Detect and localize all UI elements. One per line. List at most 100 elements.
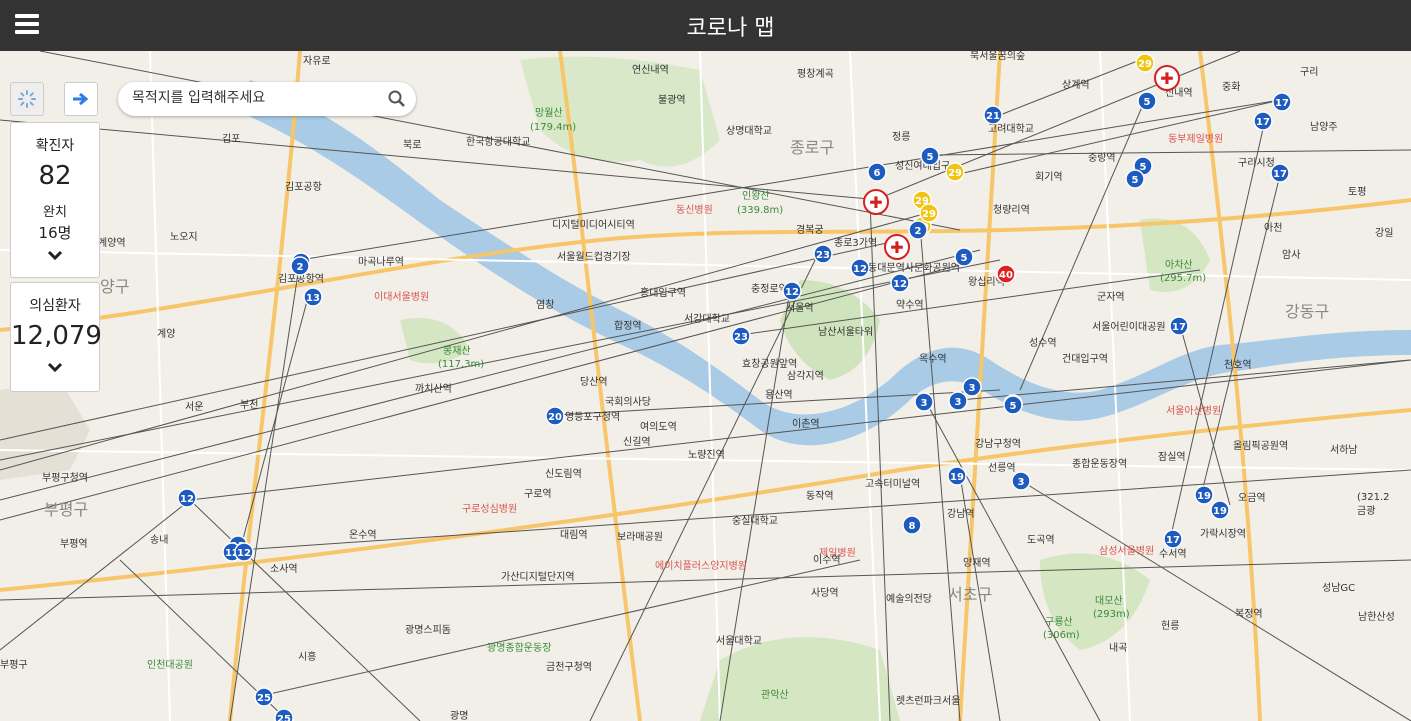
suspected-panel[interactable]: 의심환자 12,079 (10, 282, 102, 392)
label-dangsan: 당산역 (580, 376, 608, 388)
label-achasan-h: (295.7m) (1160, 273, 1206, 284)
patient-marker[interactable]: 29 (919, 203, 939, 223)
label-samsung-hosp: 삼성서울병원 (1099, 545, 1154, 557)
arrow-right-icon[interactable] (64, 82, 98, 116)
label-geumgwang-h: (321.2 (1357, 492, 1390, 503)
label-toepyeong: 토평 (1348, 186, 1366, 198)
label-sosa: 소사역 (270, 563, 298, 575)
patient-marker[interactable]: 23 (731, 326, 751, 346)
label-sogang: 서강대학교 (684, 313, 730, 325)
patient-marker[interactable]: 25 (254, 687, 274, 707)
label-gyeongbok: 경복궁 (796, 223, 824, 236)
label-sindorim: 신도림역 (545, 468, 582, 480)
patient-marker[interactable]: 5 (920, 146, 940, 166)
patient-marker[interactable]: 12 (890, 273, 910, 293)
hospital-icon[interactable]: ✚ (1154, 65, 1180, 91)
label-dmc: 디지털미디어시티역 (552, 219, 635, 231)
label-inwangsan-h: (339.8m) (737, 205, 783, 216)
hospital-icon[interactable]: ✚ (884, 234, 910, 260)
label-bongjaesan: 봉재산 (443, 345, 471, 357)
marker-label: 25 (257, 693, 271, 704)
label-garak: 가락시장역 (1200, 528, 1246, 540)
label-dongjak: 동작역 (806, 490, 834, 502)
marker-label: 12 (893, 279, 907, 290)
label-seolleung: 선릉역 (988, 462, 1016, 474)
patient-marker[interactable]: 21 (983, 105, 1003, 125)
label-guryongsan: 구룡산 (1045, 616, 1073, 628)
label-wc-stadium: 서울월드컵경기장 (557, 250, 631, 263)
label-sungsil: 숭실대학교 (732, 515, 778, 527)
svg-text:✚: ✚ (890, 238, 903, 257)
patient-marker[interactable]: 40 (996, 264, 1016, 284)
label-rodeo: 렛츠런파크서울 (896, 695, 960, 707)
patient-marker[interactable]: 12 (177, 488, 197, 508)
marker-label: 8 (909, 521, 916, 532)
patient-marker[interactable]: 6 (867, 162, 887, 182)
patient-marker[interactable]: 12 (782, 281, 802, 301)
patient-marker[interactable]: 19 (1210, 500, 1230, 520)
confirmed-panel[interactable]: 확진자 82 완치 16명 (10, 122, 100, 278)
patient-marker[interactable]: 17 (1253, 111, 1273, 131)
label-bokjeong: 복정역 (1235, 608, 1263, 620)
patient-marker[interactable]: 3 (962, 377, 982, 397)
patient-marker[interactable]: 20 (545, 406, 565, 426)
marker-label: 12 (180, 494, 194, 505)
hospital-icon[interactable]: ✚ (863, 189, 889, 215)
label-seoul-st: 서울역 (786, 302, 814, 314)
label-geumcheon: 금천구청역 (546, 661, 592, 673)
patient-marker[interactable]: 17 (1272, 92, 1292, 112)
label-seoul-univ: 서울대학교 (716, 635, 762, 647)
label-asan-hosp: 서울아산병원 (1166, 405, 1221, 417)
chevron-down-icon[interactable] (11, 357, 99, 376)
patient-marker[interactable]: 17 (1270, 163, 1290, 183)
chevron-down-icon[interactable] (11, 245, 99, 264)
search-input[interactable] (130, 89, 384, 107)
label-songnae: 송내 (150, 534, 168, 546)
marker-label: 20 (548, 412, 562, 423)
patient-marker[interactable]: 19 (1194, 485, 1214, 505)
label-seongnam: 남한산성 (1358, 611, 1395, 623)
svg-text:✚: ✚ (1160, 69, 1173, 88)
patient-marker[interactable]: 3 (1011, 471, 1031, 491)
patient-marker[interactable]: 3 (948, 391, 968, 411)
marker-label: 17 (1256, 117, 1270, 128)
label-jongno3ga: 종로3가역 (834, 237, 877, 249)
patient-marker[interactable]: 23 (813, 244, 833, 264)
search-icon[interactable] (388, 90, 406, 112)
spinner-icon[interactable] (10, 82, 44, 116)
patient-marker[interactable]: 5 (1003, 395, 1023, 415)
marker-label: 29 (948, 168, 962, 179)
patient-marker[interactable]: 12 (850, 258, 870, 278)
marker-label: 19 (1213, 506, 1227, 517)
label-korea-univ: 고려대학교 (988, 123, 1034, 135)
label-hongik: 홍대입구역 (640, 286, 686, 299)
patient-marker[interactable]: 5 (1125, 169, 1145, 189)
label-ogeum: 오금역 (1238, 492, 1266, 504)
patient-marker[interactable]: 17 (1163, 529, 1183, 549)
patient-marker[interactable]: 2 (290, 256, 310, 276)
label-bukro: 북로 (403, 139, 421, 151)
patient-marker[interactable]: 5 (954, 247, 974, 267)
patient-marker[interactable]: 12 (234, 542, 254, 562)
patient-marker[interactable]: 5 (1137, 91, 1157, 111)
patient-marker[interactable]: 29 (945, 162, 965, 182)
marker-label: 12 (853, 264, 867, 275)
patient-marker[interactable]: 25 (274, 708, 294, 721)
district-seocho: 서초구 (948, 585, 992, 604)
label-cheonho: 천호역 (1224, 359, 1252, 371)
marker-label: 3 (955, 397, 962, 408)
district-yang: 양구 (100, 277, 129, 296)
patient-marker[interactable]: 29 (1135, 53, 1155, 73)
district-gangdong: 강동구 (1285, 302, 1329, 321)
patient-marker[interactable]: 17 (1169, 316, 1189, 336)
label-onsu: 온수역 (349, 529, 377, 541)
patient-marker[interactable]: 3 (914, 392, 934, 412)
label-gwanaksan: 관악산 (761, 689, 789, 701)
patient-marker[interactable]: 2 (908, 220, 928, 240)
patient-marker[interactable]: 8 (902, 515, 922, 535)
map-canvas[interactable]: 종로구 강동구 서초구 양구 부평구 김포 김포공항 김포공항역 북로 자유로 … (0, 51, 1411, 721)
patient-marker[interactable]: 19 (947, 466, 967, 486)
map-svg[interactable]: 종로구 강동구 서초구 양구 부평구 김포 김포공항 김포공항역 북로 자유로 … (0, 51, 1411, 721)
label-jeongneung: 정릉 (892, 131, 910, 143)
patient-marker[interactable]: 13 (303, 287, 323, 307)
